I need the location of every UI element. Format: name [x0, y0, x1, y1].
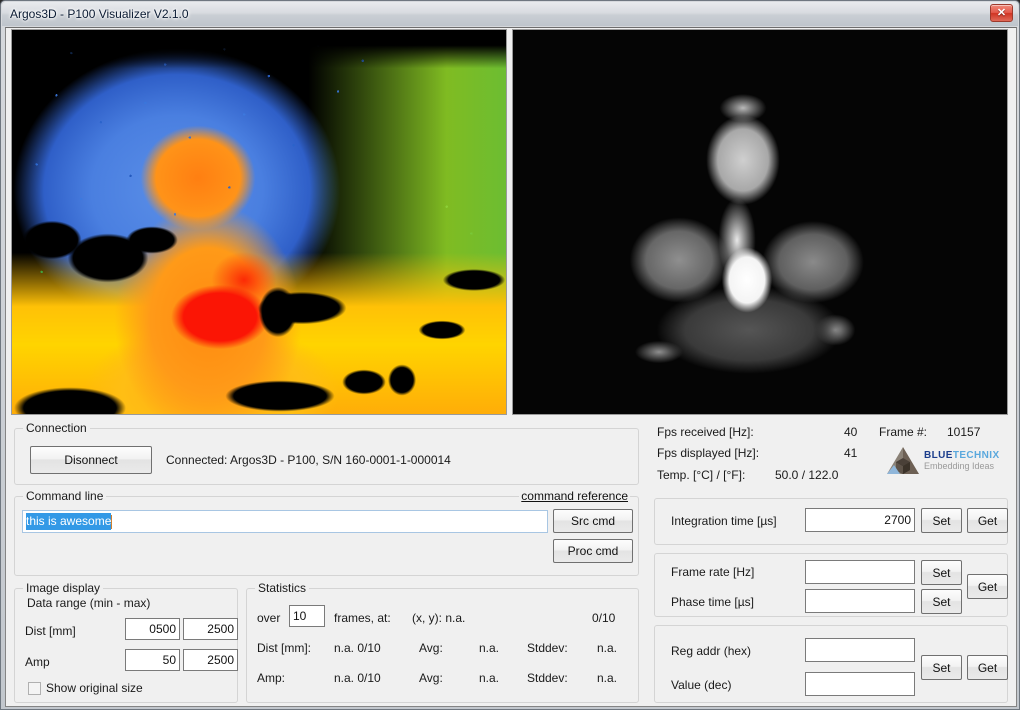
- temperature-label: Temp. [°C] / [°F]:: [657, 468, 746, 482]
- logo-brand-blue: BLUE: [924, 450, 953, 462]
- integration-time-set-button[interactable]: Set: [921, 508, 962, 533]
- dist-min-input[interactable]: 0500: [125, 618, 180, 640]
- reg-value-label: Value (dec): [671, 678, 732, 692]
- command-reference-link[interactable]: command reference: [519, 489, 630, 503]
- amplitude-grayscale-image: [513, 30, 1007, 414]
- command-line-group: Command line command reference this is a…: [14, 489, 639, 576]
- register-group: Reg addr (hex) Value (dec) Set Get: [654, 625, 1008, 703]
- phase-time-label: Phase time [µs]: [671, 595, 754, 609]
- stats-row-avg-value-0: n.a.: [479, 641, 500, 655]
- bluetechnix-logo: BLUETECHNIX Embedding Ideas: [886, 446, 1000, 476]
- connection-legend: Connection: [23, 421, 90, 435]
- stats-row-stddev-value-0: n.a.: [597, 641, 618, 655]
- frames-count-input[interactable]: 10: [289, 605, 325, 627]
- fps-displayed-label: Fps displayed [Hz]:: [657, 446, 760, 460]
- integration-time-group: Integration time [µs] 2700 Set Get: [654, 498, 1008, 545]
- fps-received-label: Fps received [Hz]:: [657, 425, 754, 439]
- temperature-value: 50.0 / 122.0: [775, 468, 839, 482]
- reg-value-input[interactable]: [805, 672, 915, 696]
- frame-rate-set-button[interactable]: Set: [921, 560, 962, 585]
- data-range-label: Data range (min - max): [27, 596, 151, 610]
- statistics-counter: 0/10: [592, 611, 616, 625]
- depth-image-view[interactable]: [11, 29, 507, 415]
- stats-row-value-0: n.a. 0/10: [334, 641, 381, 655]
- logo-tagline: Embedding Ideas: [924, 460, 995, 471]
- command-line-input[interactable]: this is awesome: [22, 510, 548, 533]
- amp-range-label: Amp: [25, 655, 50, 669]
- frame-number-value: 10157: [947, 425, 981, 439]
- stats-row-label-1: Amp:: [257, 671, 286, 685]
- timing-group: Frame rate [Hz] Set Phase time [µs] Set …: [654, 553, 1008, 617]
- reg-addr-label: Reg addr (hex): [671, 644, 752, 658]
- window-title: Argos3D - P100 Visualizer V2.1.0: [10, 7, 189, 21]
- show-original-size-label: Show original size: [46, 681, 143, 695]
- over-label: over: [257, 611, 281, 625]
- command-line-value: this is awesome: [26, 513, 112, 530]
- logo-brand-technix: TECHNIX: [952, 450, 1000, 462]
- integration-time-input[interactable]: 2700: [805, 508, 915, 532]
- command-line-legend: Command line: [23, 489, 107, 503]
- image-display-group: Image display Data range (min - max) Dis…: [14, 581, 238, 703]
- frame-rate-input[interactable]: [805, 560, 915, 584]
- stats-row-value-1: n.a. 0/10: [334, 671, 381, 685]
- register-get-button[interactable]: Get: [967, 655, 1008, 680]
- stats-row-avg-value-1: n.a.: [479, 671, 500, 685]
- phase-time-set-button[interactable]: Set: [921, 589, 962, 614]
- show-original-size-checkbox[interactable]: Show original size: [28, 681, 143, 695]
- stats-row-avg-label-1: Avg:: [419, 671, 443, 685]
- logo-brand-line: BLUETECHNIX: [924, 450, 1000, 462]
- frame-number-label: Frame #:: [879, 425, 928, 439]
- stats-row-label-0: Dist [mm]:: [257, 641, 311, 655]
- amplitude-image-view[interactable]: [512, 29, 1008, 415]
- connection-group: Connection Disonnect Connected: Argos3D …: [14, 421, 639, 485]
- integration-time-label: Integration time [µs]: [671, 514, 777, 528]
- frame-rate-label: Frame rate [Hz]: [671, 565, 755, 579]
- logo-text: BLUETECHNIX Embedding Ideas: [924, 450, 1000, 471]
- image-display-legend: Image display: [23, 581, 104, 595]
- depth-invalid-regions: [12, 30, 506, 414]
- fps-displayed-value: 41: [844, 446, 858, 460]
- checkbox-icon: [28, 681, 41, 695]
- title-bar: Argos3D - P100 Visualizer V2.1.0 ✕: [2, 2, 1018, 26]
- amp-max-input[interactable]: 2500: [183, 649, 238, 671]
- src-cmd-button[interactable]: Src cmd: [553, 509, 633, 533]
- integration-time-get-button[interactable]: Get: [967, 508, 1008, 533]
- pyramid-logo-icon: [887, 447, 919, 474]
- register-set-button[interactable]: Set: [921, 655, 962, 680]
- amp-min-input[interactable]: 50: [125, 649, 180, 671]
- phase-time-input[interactable]: [805, 589, 915, 613]
- close-icon: ✕: [996, 6, 1007, 19]
- application-window: Argos3D - P100 Visualizer V2.1.0 ✕ Conne…: [0, 0, 1020, 710]
- statistics-group: Statistics over 10 frames, at: (x, y): n…: [246, 581, 639, 703]
- reg-addr-input[interactable]: [805, 638, 915, 662]
- close-button[interactable]: ✕: [990, 4, 1013, 22]
- dist-range-label: Dist [mm]: [25, 624, 76, 638]
- text-caret: [111, 514, 113, 529]
- proc-cmd-button[interactable]: Proc cmd: [553, 539, 633, 563]
- stats-row-avg-label-0: Avg:: [419, 641, 443, 655]
- disconnect-button[interactable]: Disonnect: [30, 446, 152, 474]
- statistics-legend: Statistics: [255, 581, 310, 595]
- xy-coordinate-label: (x, y): n.a.: [412, 611, 466, 625]
- stats-row-stddev-label-0: Stddev:: [527, 641, 568, 655]
- stats-row-stddev-label-1: Stddev:: [527, 671, 568, 685]
- connection-status-text: Connected: Argos3D - P100, S/N 160-0001-…: [166, 453, 451, 467]
- timing-get-button[interactable]: Get: [967, 574, 1008, 599]
- frames-at-label: frames, at:: [334, 611, 391, 625]
- fps-received-value: 40: [844, 425, 858, 439]
- client-area: Connection Disonnect Connected: Argos3D …: [5, 27, 1017, 707]
- dist-max-input[interactable]: 2500: [183, 618, 238, 640]
- stats-row-stddev-value-1: n.a.: [597, 671, 618, 685]
